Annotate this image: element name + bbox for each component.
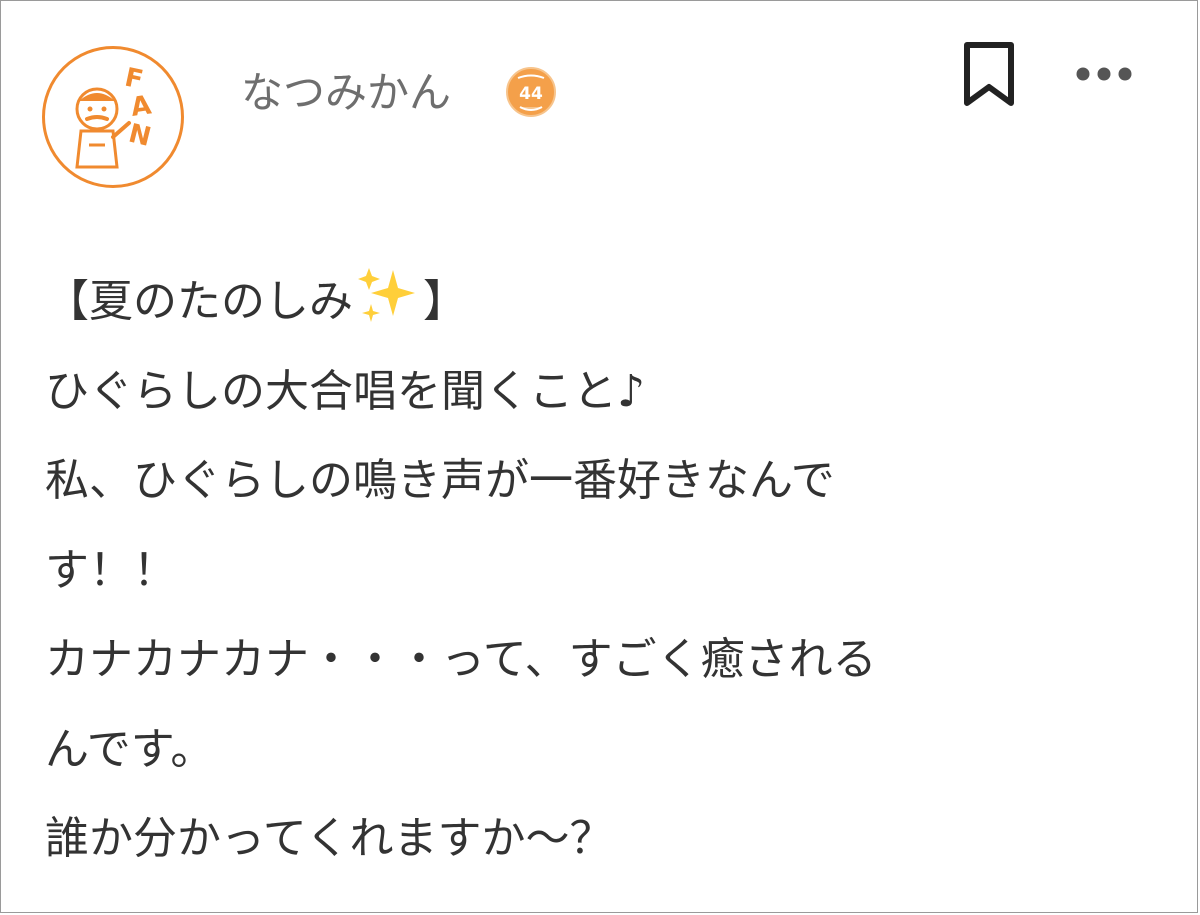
post-line: 誰か分かってくれますか～？	[45, 813, 614, 864]
user-avatar[interactable]: F A N	[42, 46, 184, 188]
post-body: 【夏のたのしみ 】 ひぐらしの大合唱を聞くこと♪ 私、ひぐらしの鳴き声が一番好き…	[45, 257, 1165, 884]
post-line: んです。	[45, 723, 215, 775]
title-text: 【夏のたのしみ	[45, 276, 353, 327]
bookmark-button[interactable]	[959, 41, 1019, 109]
more-options-icon	[1076, 67, 1132, 81]
post-card: F A N なつみかん 44 【夏のたのしみ 】 ひぐらしの大合唱を聞くこと♪ …	[0, 0, 1198, 913]
sparkles-emoji-icon	[358, 268, 415, 322]
title-bracket-close: 】	[423, 276, 467, 327]
more-options-button[interactable]	[1073, 57, 1137, 91]
post-line: 私、ひぐらしの鳴き声が一番好きなんで	[45, 455, 835, 506]
post-line-title: 【夏のたのしみ 】	[45, 257, 1165, 347]
badge-icon: 44	[517, 74, 545, 111]
username[interactable]: なつみかん	[241, 63, 451, 123]
post-line: ひぐらしの大合唱を聞くこと♪	[45, 365, 646, 417]
bookmark-icon	[964, 42, 1014, 106]
post-line: カナカナカナ・・・って、すごく癒される	[45, 634, 877, 685]
fan-mascot-logo: F A N	[75, 63, 154, 169]
note-count-badge: 44	[506, 67, 556, 117]
badge-number: 44	[519, 84, 543, 104]
post-line: す！！	[45, 544, 177, 596]
